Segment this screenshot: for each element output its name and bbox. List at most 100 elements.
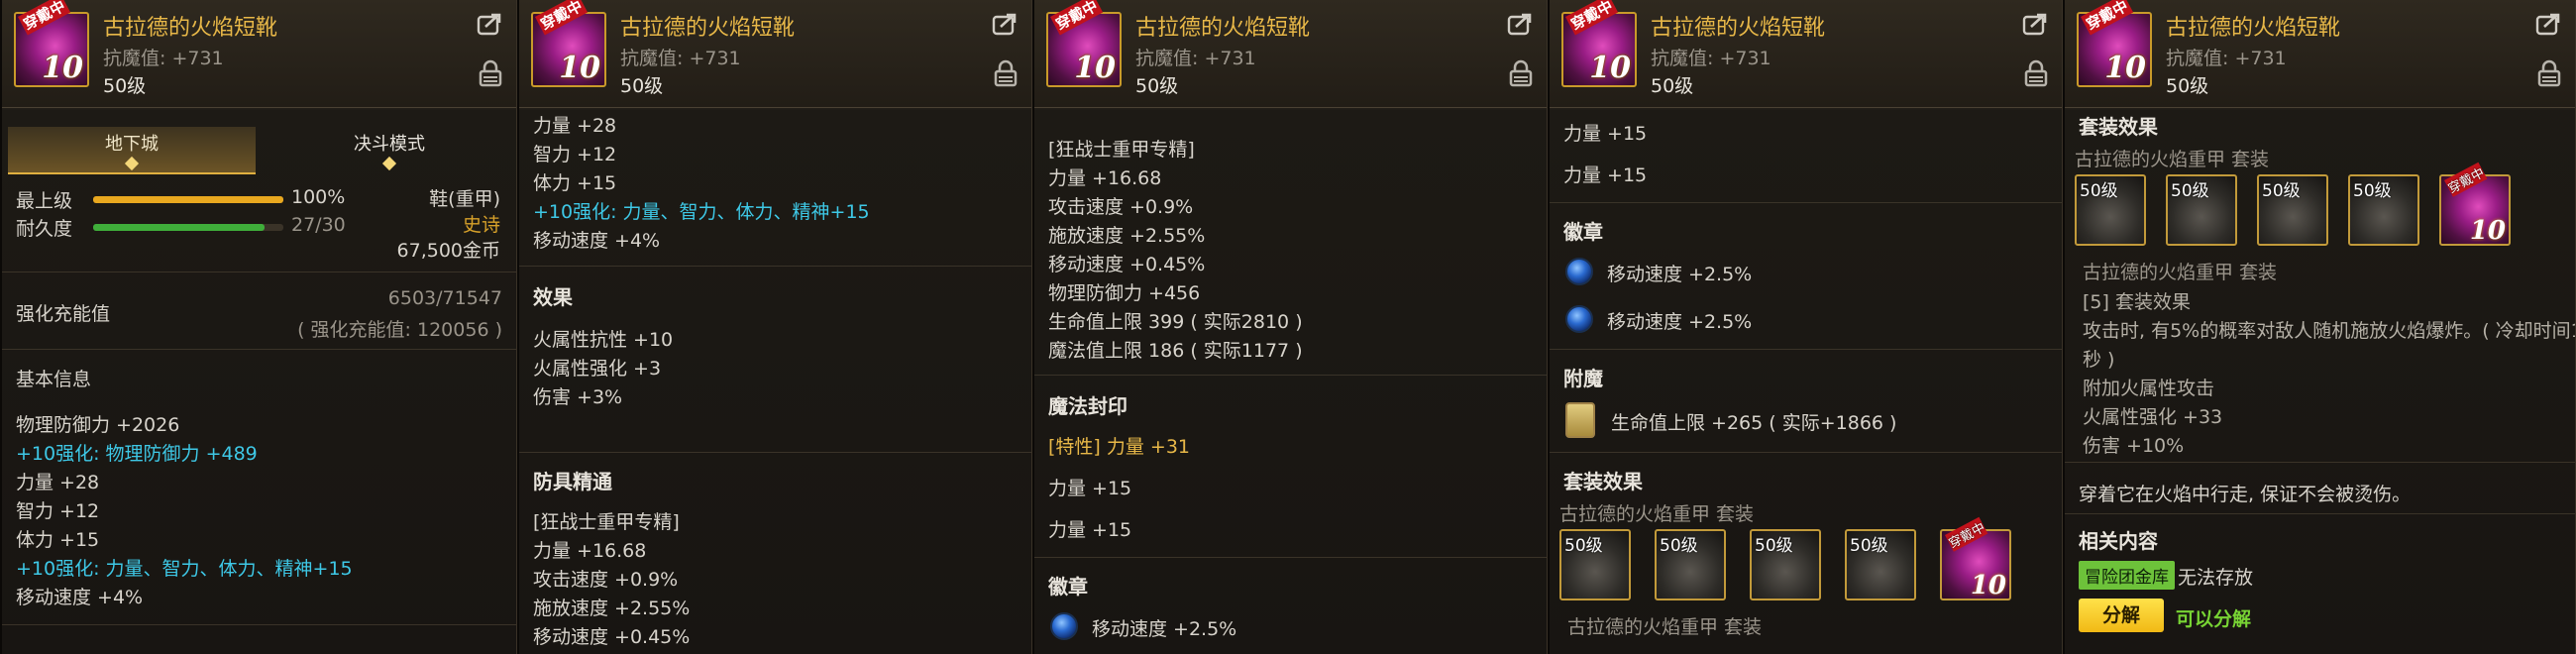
stat-line: 力量 +16.68	[533, 540, 647, 562]
divider	[519, 452, 1031, 453]
stat-line: 伤害 +3%	[533, 386, 623, 408]
enhance-badge: 10	[1589, 51, 1631, 85]
lock-icon[interactable]	[479, 59, 502, 87]
stat-line: 生命值上限 399 ( 实际2810 )	[1048, 311, 1303, 333]
share-icon[interactable]	[2535, 12, 2561, 38]
share-icon[interactable]	[992, 12, 1018, 38]
set-name: 古拉德的火焰重甲 套装	[2083, 262, 2278, 283]
item-icon: 穿戴中 10	[14, 0, 89, 87]
stat-line: +10强化: 力量、智力、体力、精神+15	[533, 201, 870, 223]
set-slot[interactable]: 50级	[2075, 174, 2146, 246]
seal-line: 力量 +15	[1048, 519, 1132, 541]
storage-badge: 冒险团金库	[2079, 561, 2175, 590]
seal-title: 魔法封印	[1048, 394, 1127, 418]
seal-line: 力量 +15	[1048, 478, 1132, 499]
tab-indicator-icon	[124, 156, 140, 171]
item-name: 古拉德的火焰短靴	[1135, 16, 1311, 41]
seal-line: 力量 +15	[1563, 123, 1648, 145]
set-slot[interactable]: 50级	[1655, 529, 1726, 600]
slot-level: 50级	[2080, 181, 2118, 201]
stat-line: 攻击速度 +0.9%	[1048, 196, 1194, 218]
stat-line: [5] 套装效果	[2083, 291, 2191, 313]
seal-line: 力量 +15	[1563, 164, 1648, 186]
lock-icon[interactable]	[2537, 59, 2561, 87]
decompose-button[interactable]: 分解	[2079, 599, 2164, 632]
set-slot[interactable]: 50级	[1845, 529, 1916, 600]
enhance-badge: 10	[559, 51, 600, 85]
tab-dungeon[interactable]: 地下城	[8, 127, 256, 174]
charge-label: 强化充能值	[16, 303, 111, 325]
divider	[1550, 349, 2062, 350]
set-slot[interactable]: 50级	[2166, 174, 2237, 246]
stat-line: 秒 )	[2083, 349, 2115, 371]
grade-label: 最上级	[16, 190, 73, 212]
share-icon[interactable]	[1507, 12, 1533, 38]
set-name: 古拉德的火焰重甲 套装	[2075, 149, 2270, 170]
related-title: 相关内容	[2079, 529, 2158, 553]
item-icon: 穿戴中 10	[1046, 0, 1122, 87]
share-icon[interactable]	[2022, 12, 2048, 38]
set-slot[interactable]: 50级	[2257, 174, 2328, 246]
tooltip-header: 穿戴中 10 古拉德的火焰短靴 抗魔值: +731 50级	[2, 0, 516, 108]
item-level: 50级	[2166, 75, 2209, 97]
stat-line: 攻击时, 有5%的概率对敌人随机施放火焰爆炸。( 冷却时间1	[2083, 320, 2576, 342]
grade-value: 100%	[291, 186, 346, 208]
tooltip-header: 穿戴中 10 古拉德的火焰短靴 抗魔值: +731 50级	[2065, 0, 2575, 108]
divider	[1034, 375, 1547, 376]
item-name: 古拉德的火焰短靴	[620, 16, 796, 41]
divider	[2, 349, 516, 350]
stat-line: 火属性强化 +33	[2083, 406, 2223, 428]
stat-line: 施放速度 +2.55%	[533, 598, 691, 619]
stat-line: 移动速度 +4%	[16, 587, 144, 608]
lock-icon[interactable]	[1509, 59, 1533, 87]
flavor-text: 穿着它在火焰中行走, 保证不会被烫伤。	[2079, 484, 2412, 505]
tab-dungeon-label: 地下城	[105, 134, 159, 155]
emblem-line: 移动速度 +2.5%	[1607, 264, 1753, 285]
item-resist: 抗魔值: +731	[1651, 48, 1771, 69]
slot-level: 50级	[1850, 536, 1888, 556]
tooltip-header: 穿戴中 10 古拉德的火焰短靴 抗魔值: +731 50级	[519, 0, 1031, 108]
enhance-badge: 10	[2469, 216, 2506, 246]
stat-line: 物理防御力 +456	[1048, 282, 1201, 304]
item-icon: 穿戴中 10	[2077, 0, 2152, 87]
item-level: 50级	[103, 75, 147, 97]
item-rarity: 史诗	[462, 214, 500, 236]
enhance-badge: 10	[2104, 51, 2146, 85]
durability-label: 耐久度	[16, 218, 73, 240]
set-slot-current[interactable]: 穿戴中 10	[1940, 516, 2011, 600]
tab-pvp-label: 决斗模式	[354, 134, 425, 155]
stat-line: [狂战士重甲专精]	[533, 511, 680, 533]
lock-icon[interactable]	[2024, 59, 2048, 87]
divider	[2, 624, 516, 625]
stat-line: 力量 +16.68	[1048, 167, 1162, 189]
divider	[1034, 557, 1547, 558]
set-slot[interactable]: 50级	[2348, 174, 2419, 246]
item-icon: 穿戴中 10	[531, 0, 606, 87]
item-level: 50级	[620, 75, 664, 97]
lock-icon[interactable]	[994, 59, 1018, 87]
stat-line: 移动速度 +0.45%	[1048, 254, 1206, 275]
charge-sub: ( 强化充能值: 120056 )	[297, 319, 502, 341]
item-level: 50级	[1651, 75, 1694, 97]
stat-line: 力量 +28	[533, 115, 617, 137]
seal-special-tag: [特性]	[1048, 436, 1101, 458]
divider	[2065, 462, 2575, 463]
tab-pvp[interactable]: 决斗模式	[266, 127, 513, 172]
set-slot-current[interactable]: 穿戴中 10	[2439, 162, 2511, 246]
enchant-title: 附魔	[1563, 367, 1603, 390]
divider	[519, 266, 1031, 267]
tooltip-header: 穿戴中 10 古拉德的火焰短靴 抗魔值: +731 50级	[1550, 0, 2062, 108]
item-price: 67,500金币	[396, 240, 500, 262]
item-resist: 抗魔值: +731	[2166, 48, 2287, 69]
share-icon[interactable]	[477, 12, 502, 38]
effect-title: 效果	[533, 285, 573, 309]
emblem-title: 徽章	[1563, 220, 1603, 244]
stat-line: +10强化: 物理防御力 +489	[16, 443, 258, 465]
set-slot[interactable]: 50级	[1559, 529, 1631, 600]
set-slot[interactable]: 50级	[1750, 529, 1821, 600]
seal-special-value: 力量 +31	[1100, 436, 1191, 458]
enhance-badge: 10	[42, 51, 83, 85]
item-tooltip-panel-2: 穿戴中 10 古拉德的火焰短靴 抗魔值: +731 50级 力量 +28 智力 +…	[517, 0, 1032, 654]
stat-line: 体力 +15	[533, 172, 617, 194]
stat-line: 物理防御力 +2026	[16, 414, 180, 436]
